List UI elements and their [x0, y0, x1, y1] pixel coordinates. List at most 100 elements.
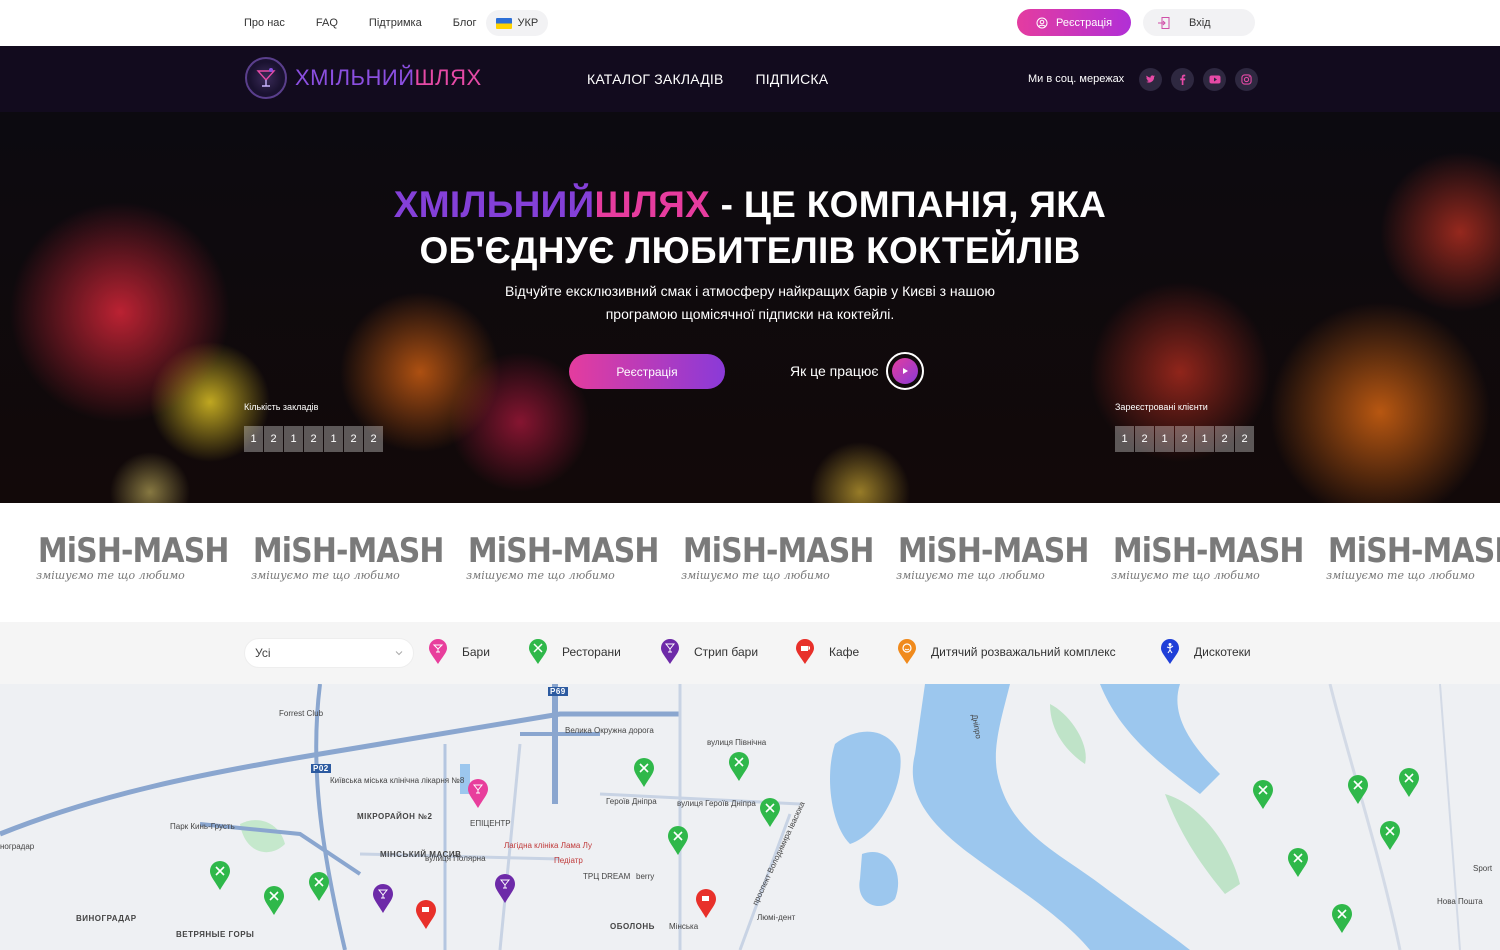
strip-bar-marker[interactable]	[372, 884, 394, 914]
counter-digit: 1	[284, 426, 303, 452]
how-it-works-button[interactable]: Як це працює	[790, 352, 925, 390]
venues-map[interactable]: Forrest Club Київська міська клінічна лі…	[0, 684, 1500, 950]
social-links	[1139, 68, 1258, 91]
restaurant-marker[interactable]	[1347, 775, 1369, 805]
login-icon	[1158, 16, 1170, 29]
nav-link-faq[interactable]: FAQ	[316, 17, 338, 29]
restaurant-pin-icon	[529, 639, 547, 664]
restaurant-marker[interactable]	[308, 872, 330, 902]
bar-marker[interactable]	[467, 779, 489, 809]
coffee-pin-icon	[796, 639, 814, 664]
filter-bars[interactable]: Бари	[428, 639, 490, 665]
nav-link-blog[interactable]: Блог	[453, 17, 477, 29]
clients-counter: Зареєстровані клієнти 1 2 1 2 1 2 2	[1115, 402, 1254, 452]
partner-logo[interactable]: MiSH-MASH змішуємо те що любимо	[673, 531, 874, 582]
kids-pin-icon	[898, 639, 916, 664]
map-label: Парк Кинь-Грусть	[170, 822, 235, 831]
map-label: Forrest Club	[279, 709, 324, 718]
restaurant-marker[interactable]	[667, 826, 689, 856]
chevron-down-icon	[395, 651, 403, 656]
partner-name: MiSH-MASH	[37, 531, 230, 571]
cocktail-pin-icon	[429, 639, 447, 664]
restaurant-marker[interactable]	[759, 798, 781, 828]
map-label: МІКРОРАЙОН №2	[357, 812, 433, 821]
partner-name: MiSH-MASH	[897, 531, 1090, 571]
filter-restaurants[interactable]: Ресторани	[528, 639, 621, 665]
restaurant-marker[interactable]	[1252, 780, 1274, 810]
filter-strip-bars[interactable]: Стрип бари	[660, 639, 758, 665]
nav-link-about[interactable]: Про нас	[244, 17, 285, 29]
counter-digit: 1	[1155, 426, 1174, 452]
main-header: ХМІЛЬНИЙШЛЯХ КАТАЛОГ ЗАКЛАДІВ ПІДПИСКА М…	[0, 46, 1500, 112]
map-label: Sport	[1473, 864, 1493, 873]
counter-digit: 1	[324, 426, 343, 452]
restaurant-marker[interactable]	[1379, 821, 1401, 851]
hero-title-brand-b: ШЛЯХ	[594, 184, 711, 225]
filter-restaurants-label: Ресторани	[562, 645, 621, 659]
filter-kids-complex[interactable]: Дитячий розважальний комплекс	[897, 639, 1116, 665]
logo-part2: ШЛЯХ	[414, 65, 482, 90]
cafe-marker[interactable]	[695, 889, 717, 919]
counter-digit: 1	[244, 426, 263, 452]
facebook-icon[interactable]	[1171, 68, 1194, 91]
hero-title-brand-a: ХМІЛЬНИЙ	[393, 184, 595, 225]
counter-digit: 2	[304, 426, 323, 452]
language-selector[interactable]: УКР	[485, 10, 549, 36]
filter-kids-complex-label: Дитячий розважальний комплекс	[931, 645, 1116, 659]
map-label: Велика Окружна дорога	[565, 726, 654, 735]
filter-discos[interactable]: Дискотеки	[1160, 639, 1251, 665]
counter-digit: 2	[1235, 426, 1254, 452]
login-label: Вхід	[1189, 16, 1211, 29]
partner-logo[interactable]: MiSH-MASH змішуємо те що любимо	[888, 531, 1090, 582]
hero-title-line1-rest: - ЦЕ КОМПАНІЯ, ЯКА	[710, 184, 1107, 225]
map-label: Київська міська клінічна лікарня №8	[330, 776, 465, 785]
register-label: Реєстрація	[1055, 16, 1113, 29]
partner-logo[interactable]: MiSH-MASH змішуємо те що любимо	[458, 531, 660, 582]
restaurant-marker[interactable]	[209, 861, 231, 891]
play-icon[interactable]	[886, 352, 925, 390]
nav-subscription[interactable]: ПІДПИСКА	[756, 71, 829, 87]
instagram-icon[interactable]	[1235, 68, 1258, 91]
hero-subtitle: Відчуйте ексклюзивний смак і атмосферу н…	[450, 280, 1050, 326]
strip-bar-marker[interactable]	[494, 874, 516, 904]
map-label: Люмі-дент	[757, 913, 796, 922]
map-label: вулиця Полярна	[425, 854, 486, 863]
restaurant-marker[interactable]	[633, 758, 655, 788]
clients-counter-label: Зареєстровані клієнти	[1115, 402, 1208, 412]
counter-digit: 2	[1175, 426, 1194, 452]
twitter-icon[interactable]	[1139, 68, 1162, 91]
martini-pin-icon	[661, 639, 679, 664]
register-button[interactable]: Реєстрація	[1017, 9, 1131, 36]
category-select[interactable]: Усі	[244, 638, 414, 668]
restaurant-marker[interactable]	[1287, 848, 1309, 878]
filter-bars-label: Бари	[462, 645, 490, 659]
nav-catalog[interactable]: КАТАЛОГ ЗАКЛАДІВ	[587, 71, 724, 87]
counter-digit: 2	[1215, 426, 1234, 452]
partner-logo[interactable]: MiSH-MASH змішуємо те що любимо	[1103, 531, 1304, 582]
partner-logo[interactable]: MiSH-MASH змішуємо те що любимо	[1318, 531, 1500, 582]
restaurant-marker[interactable]	[263, 886, 285, 916]
how-it-works-label: Як це працює	[790, 363, 879, 379]
youtube-icon[interactable]	[1203, 68, 1226, 91]
restaurant-marker[interactable]	[1331, 904, 1353, 934]
hero-title-line2: ОБ'ЄДНУЄ ЛЮБИТЕЛІВ КОКТЕЙЛІВ	[419, 230, 1081, 271]
partner-logo[interactable]: MiSH-MASH змішуємо те що любимо	[243, 531, 444, 582]
partner-name: MiSH-MASH	[467, 531, 660, 571]
map-label: ВЕТРЯНЫЕ ГОРЫ	[176, 930, 255, 939]
nav-link-support[interactable]: Підтримка	[369, 17, 422, 29]
restaurant-marker[interactable]	[1398, 768, 1420, 798]
restaurant-marker[interactable]	[728, 752, 750, 782]
login-button[interactable]: Вхід	[1143, 9, 1255, 36]
map-label: ТРЦ DREAM	[583, 872, 631, 881]
cafe-marker[interactable]	[415, 900, 437, 930]
ukraine-flag-icon	[495, 17, 512, 29]
partner-logo[interactable]: MiSH-MASH змішуємо те що любимо	[28, 531, 230, 582]
venues-counter-digits: 1 2 1 2 1 2 2	[244, 426, 383, 452]
filter-discos-label: Дискотеки	[1194, 645, 1251, 659]
map-label: ВИНОГРАДАР	[76, 914, 137, 923]
logo[interactable]: ХМІЛЬНИЙШЛЯХ	[245, 57, 482, 99]
logo-cocktail-icon	[245, 57, 287, 99]
filter-cafes-label: Кафе	[829, 645, 860, 659]
hero-register-button[interactable]: Реєстрація	[569, 354, 725, 389]
filter-cafes[interactable]: Кафе	[795, 639, 859, 665]
